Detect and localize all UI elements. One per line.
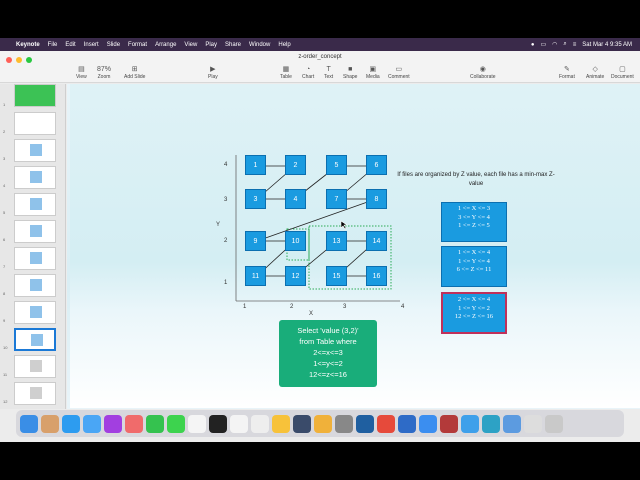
app-store-icon[interactable]: [419, 414, 437, 433]
pages-icon[interactable]: [314, 414, 332, 433]
range-line: 2 <= X <= 4: [457, 296, 491, 303]
range-box: 1 <= X <= 3 3 <= Y <= 4 1 <= Z <= 5: [441, 202, 507, 242]
dock: [16, 410, 624, 437]
network-icon[interactable]: [461, 414, 479, 433]
range-line: 12 <= Z <= 16: [454, 313, 494, 320]
grid-cell: 11: [245, 266, 266, 286]
y-axis-title: Y: [216, 222, 221, 228]
query-line: from Table where: [299, 337, 357, 346]
y-tick: 2: [224, 238, 228, 244]
grid-cell: 16: [366, 266, 387, 286]
grid-cell: 4: [285, 189, 306, 209]
range-line: 1 <= X <= 4: [457, 249, 491, 256]
query-line: Select 'value (3,2)': [297, 326, 359, 335]
grid-cell: 5: [326, 155, 347, 175]
dictionary-icon[interactable]: [440, 414, 458, 433]
grid-cell: 2: [285, 155, 306, 175]
reminders-icon[interactable]: [230, 414, 248, 433]
notes-icon[interactable]: [251, 414, 269, 433]
range-line: 6 <= Z <= 11: [456, 266, 492, 273]
query-line: 1<=y<=2: [313, 359, 343, 368]
y-tick: 1: [224, 280, 228, 286]
grid-cell: 8: [366, 189, 387, 209]
settings-icon[interactable]: [335, 414, 353, 433]
quicktime-icon[interactable]: [482, 414, 500, 433]
finder-icon[interactable]: [20, 414, 38, 433]
x-tick: 1: [243, 304, 247, 310]
range-line: 1 <= X <= 3: [457, 205, 491, 212]
xcode-icon[interactable]: [293, 414, 311, 433]
z-curve: [256, 165, 377, 277]
query-line: 2<=x<=3: [313, 348, 343, 357]
grid-cell: 6: [366, 155, 387, 175]
range-box: 1 <= X <= 4 1 <= Y <= 4 6 <= Z <= 11: [441, 246, 507, 287]
query-box: Select 'value (3,2)' from Table where 2<…: [279, 320, 377, 387]
mouse-cursor-icon: [340, 220, 348, 230]
docker-icon[interactable]: [356, 414, 374, 433]
range-line: 1 <= Z <= 5: [458, 222, 490, 229]
calendar-icon[interactable]: [188, 414, 206, 433]
grid-cell: 9: [245, 231, 266, 251]
x-tick: 2: [290, 304, 294, 310]
mail-icon[interactable]: [83, 414, 101, 433]
trash-icon[interactable]: [545, 414, 563, 433]
grid-cell: 12: [285, 266, 306, 286]
y-tick: 3: [224, 197, 228, 203]
launchpad-icon[interactable]: [41, 414, 59, 433]
range-line: 1 <= Y <= 4: [458, 257, 490, 265]
y-tick: 4: [224, 162, 228, 168]
range-line: 1 <= Y <= 2: [458, 304, 490, 312]
grid-cell: 10: [285, 231, 306, 251]
x-tick: 4: [401, 304, 405, 310]
downloads-icon[interactable]: [503, 414, 521, 433]
messages-icon[interactable]: [167, 414, 185, 433]
grid-cell: 14: [366, 231, 387, 251]
grid-cell: 13: [326, 231, 347, 251]
photos-icon[interactable]: [125, 414, 143, 433]
grid-cell: 3: [245, 189, 266, 209]
safari-icon[interactable]: [62, 414, 80, 433]
help-icon[interactable]: [524, 414, 542, 433]
info-text: If files are organized by Z value, each …: [397, 172, 555, 187]
facetime-icon[interactable]: [146, 414, 164, 433]
x-tick: 3: [343, 304, 347, 310]
tv-icon[interactable]: [209, 414, 227, 433]
keynote-icon[interactable]: [398, 414, 416, 433]
range-line: 3 <= Y <= 4: [458, 213, 490, 221]
x-axis-title: X: [309, 311, 314, 317]
query-line: 12<=z<=16: [309, 370, 347, 379]
podcasts-icon[interactable]: [104, 414, 122, 433]
z-order-diagram: [235, 155, 400, 302]
chrome-icon[interactable]: [377, 414, 395, 433]
range-box-highlighted: 2 <= X <= 4 1 <= Y <= 2 12 <= Z <= 16: [441, 292, 507, 334]
grid-cell: 15: [326, 266, 347, 286]
grid-cell: 1: [245, 155, 266, 175]
stickies-icon[interactable]: [272, 414, 290, 433]
grid-cell: 7: [326, 189, 347, 209]
